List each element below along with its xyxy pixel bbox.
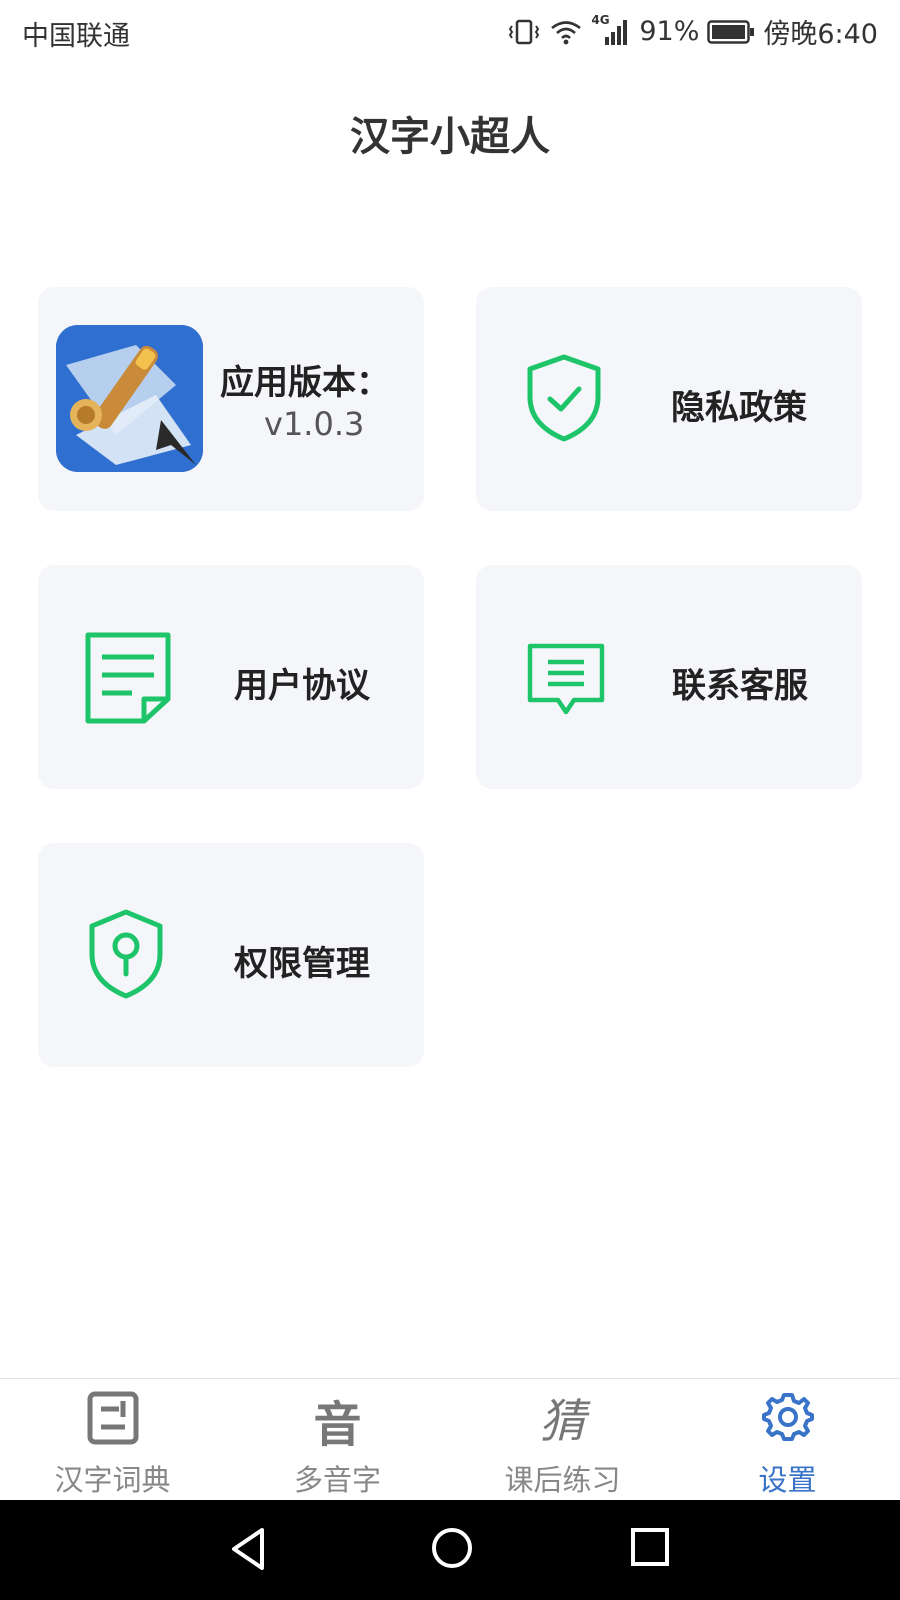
bottom-tab-bar: 汉字词典 音 多音字 猜 课后练习 设置	[0, 1378, 900, 1501]
permissions-label: 权限管理	[234, 944, 370, 984]
version-card[interactable]: 应用版本： v1.0.3	[38, 287, 424, 511]
network-type-label: 4G	[591, 12, 610, 27]
wifi-icon	[549, 18, 583, 46]
dictionary-icon	[87, 1391, 139, 1449]
version-value: v1.0.3	[264, 405, 365, 443]
tab-label: 汉字词典	[54, 1463, 171, 1497]
battery-icon	[707, 19, 755, 45]
status-bar: 中国联通 4G 91% 傍晚6:40	[0, 0, 900, 64]
message-icon	[526, 642, 606, 722]
shield-key-icon	[88, 908, 164, 1004]
cai-glyph-icon: 猜	[539, 1394, 586, 1448]
privacy-policy-label: 隐私政策	[671, 388, 807, 428]
user-agreement-label: 用户协议	[234, 666, 370, 706]
permissions-card[interactable]: 权限管理	[38, 843, 424, 1067]
status-icons: 4G 91% 傍晚6:40	[507, 12, 878, 51]
tab-exercises[interactable]: 猜 课后练习	[450, 1379, 675, 1501]
shield-check-icon	[526, 353, 602, 447]
app-logo	[56, 325, 203, 472]
vibrate-icon	[507, 18, 541, 46]
contact-support-card[interactable]: 联系客服	[476, 565, 862, 789]
back-icon[interactable]	[228, 1526, 268, 1576]
tab-polyphonic[interactable]: 音 多音字	[225, 1379, 450, 1501]
page-title: 汉字小超人	[350, 114, 550, 160]
tab-label: 课后练习	[504, 1463, 621, 1497]
tab-label: 设置	[758, 1463, 817, 1497]
tab-dictionary[interactable]: 汉字词典	[0, 1379, 225, 1501]
carrier-name: 中国联通	[22, 21, 130, 52]
recents-icon[interactable]	[630, 1526, 670, 1574]
privacy-policy-card[interactable]: 隐私政策	[476, 287, 862, 511]
contact-support-label: 联系客服	[672, 666, 808, 706]
gear-icon	[761, 1391, 814, 1447]
tab-label: 多音字	[293, 1463, 381, 1497]
system-navigation-bar	[0, 1500, 900, 1600]
battery-percent: 91%	[639, 16, 700, 47]
clock: 傍晚6:40	[763, 19, 878, 50]
document-icon	[84, 631, 172, 729]
signal-icon: 4G	[591, 13, 631, 47]
version-label: 应用版本：	[220, 363, 390, 403]
yin-glyph-icon: 音	[313, 1397, 362, 1453]
tab-settings[interactable]: 设置	[675, 1379, 900, 1501]
home-icon[interactable]	[430, 1526, 474, 1574]
user-agreement-card[interactable]: 用户协议	[38, 565, 424, 789]
